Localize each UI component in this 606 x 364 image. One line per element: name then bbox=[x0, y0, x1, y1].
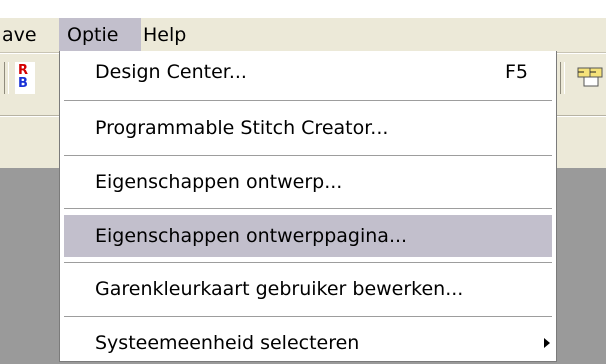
toolbar-separator bbox=[4, 62, 9, 94]
stitch-grid-icon[interactable] bbox=[576, 65, 606, 89]
menu-option-label: Design Center... bbox=[95, 61, 247, 83]
menu-option-label: Systeemeenheid selecteren bbox=[95, 332, 360, 354]
menu-option-garenkleurkaart-bewerken[interactable]: Garenkleurkaart gebruiker bewerken... bbox=[64, 268, 552, 310]
menu-option-label: Eigenschappen ontwerp... bbox=[95, 171, 343, 193]
menu-separator bbox=[64, 100, 552, 102]
menu-option-systeemeenheid-selecteren[interactable]: Systeemeenheid selecteren bbox=[64, 322, 552, 364]
menu-separator bbox=[64, 262, 552, 264]
menu-separator bbox=[64, 208, 552, 210]
shortcut-label: F5 bbox=[504, 61, 528, 83]
menu-option-label: Programmable Stitch Creator... bbox=[95, 117, 389, 139]
title-bar bbox=[0, 0, 606, 18]
menu-item-optie[interactable]: Optie bbox=[59, 18, 141, 52]
menu-separator bbox=[64, 155, 552, 157]
menu-option-eigenschappen-ontwerppagina[interactable]: Eigenschappen ontwerppagina... bbox=[64, 215, 552, 257]
menu-option-label: Eigenschappen ontwerppagina... bbox=[95, 225, 408, 247]
optie-dropdown-menu: Design Center... F5 Programmable Stitch … bbox=[59, 51, 557, 362]
rb-icon-b: B bbox=[18, 76, 28, 91]
toolbar-separator-right bbox=[560, 62, 565, 94]
menu-item-help[interactable]: Help bbox=[143, 18, 186, 52]
menu-option-design-center[interactable]: Design Center... F5 bbox=[64, 51, 552, 93]
submenu-arrow-icon bbox=[544, 338, 550, 348]
menu-bar: ave Optie Help bbox=[0, 18, 606, 53]
menu-item-bewaren[interactable]: ave bbox=[0, 18, 56, 52]
menu-separator bbox=[64, 316, 552, 318]
menu-option-programmable-stitch-creator[interactable]: Programmable Stitch Creator... bbox=[64, 107, 552, 149]
rb-color-icon[interactable]: R B bbox=[15, 62, 35, 94]
menu-option-label: Garenkleurkaart gebruiker bewerken... bbox=[95, 278, 464, 300]
menu-option-eigenschappen-ontwerp[interactable]: Eigenschappen ontwerp... bbox=[64, 161, 552, 203]
